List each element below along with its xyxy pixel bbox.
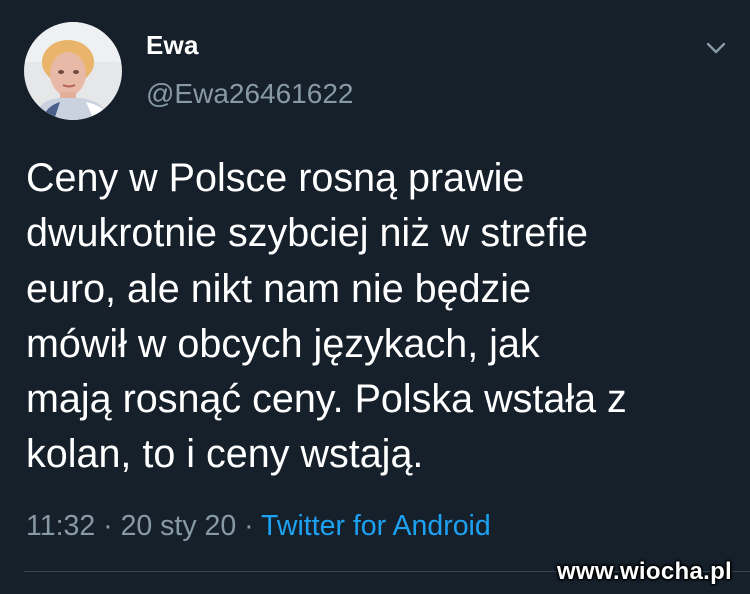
- tweet-time: 11:32: [26, 510, 96, 542]
- tweet-date: 20 sty 20: [120, 510, 237, 542]
- meta-separator: ·: [244, 510, 254, 542]
- meta-separator: ·: [103, 510, 113, 542]
- tweet-source-link[interactable]: Twitter for Android: [261, 510, 491, 542]
- tweet-metadata: 11:32 · 20 sty 20 · Twitter for Android: [26, 510, 491, 543]
- author-display-name[interactable]: Ewa: [146, 30, 199, 61]
- avatar-photo: [24, 22, 122, 120]
- avatar[interactable]: [24, 22, 122, 120]
- author-handle[interactable]: @Ewa26461622: [146, 78, 353, 110]
- chevron-down-icon[interactable]: [703, 38, 729, 58]
- watermark: www.wiocha.pl: [556, 558, 732, 585]
- tweet-card: Ewa @Ewa26461622 Ceny w Polsce rosną pra…: [0, 0, 750, 594]
- tweet-text: Ceny w Polsce rosną prawie dwukrotnie sz…: [26, 156, 627, 477]
